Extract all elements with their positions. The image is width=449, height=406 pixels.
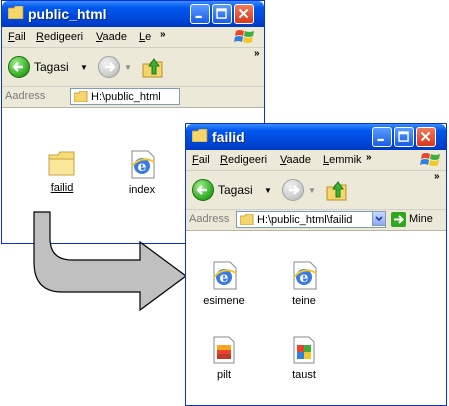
address-dropdown-button[interactable] (372, 211, 386, 226)
go-button[interactable] (391, 212, 406, 227)
image-file-icon (213, 336, 235, 364)
chevron-down-icon (375, 216, 383, 222)
back-dropdown-icon[interactable]: ▼ (264, 186, 272, 195)
menu-edit[interactable]: Redigeeri (220, 154, 267, 166)
list-item-esimene[interactable]: e esimene (194, 260, 254, 307)
list-item-teine[interactable]: e teine (274, 260, 334, 307)
back-label[interactable]: Tagasi (218, 183, 253, 197)
maximize-icon (398, 131, 409, 142)
ie-html-icon: e (213, 261, 237, 290)
minimize-icon (377, 138, 384, 142)
windows-logo-icon (420, 153, 440, 166)
folder-icon (192, 129, 208, 142)
up-folder-icon[interactable] (324, 177, 350, 203)
minimize-button[interactable] (372, 127, 392, 147)
menu-favorites[interactable]: Lemmik (323, 154, 362, 166)
title-bar[interactable]: failid (186, 124, 446, 150)
maximize-button[interactable] (394, 127, 414, 147)
forward-arrow-icon (289, 185, 300, 195)
address-bar: Aadress H:\public_html\failid Mine (186, 210, 446, 231)
explorer-window-failid: failid Fail Redigeeri Vaade Lemmik » Tag… (185, 123, 447, 406)
address-input[interactable]: H:\public_html\failid (236, 211, 386, 228)
back-arrow-icon (196, 185, 207, 195)
toolbar-more-icon[interactable]: » (434, 171, 440, 182)
address-value: H:\public_html\failid (257, 214, 353, 226)
image-file-icon (293, 336, 315, 364)
go-arrow-icon (394, 215, 404, 224)
item-label: esimene (203, 295, 245, 307)
close-button[interactable] (416, 127, 436, 147)
item-label: taust (292, 369, 316, 381)
list-item-taust[interactable]: taust (274, 336, 334, 381)
ie-html-icon: e (293, 261, 317, 290)
toolbar: Tagasi ▼ ▼ » (186, 171, 446, 210)
back-button[interactable] (192, 179, 214, 201)
folder-icon (240, 214, 254, 225)
menu-file[interactable]: Fail (192, 154, 210, 166)
forward-dropdown-icon[interactable]: ▼ (308, 186, 316, 195)
window-title: failid (212, 129, 245, 145)
item-label: pilt (216, 369, 232, 381)
close-icon (420, 131, 431, 142)
item-label: teine (292, 295, 316, 307)
address-label: Aadress (189, 213, 230, 225)
menu-bar: Fail Redigeeri Vaade Lemmik » (186, 150, 446, 171)
chevron-more-icon[interactable]: » (366, 152, 372, 163)
list-item-pilt[interactable]: pilt (194, 336, 254, 381)
go-label[interactable]: Mine (409, 213, 433, 225)
menu-view[interactable]: Vaade (280, 154, 311, 166)
forward-button[interactable] (282, 179, 304, 201)
